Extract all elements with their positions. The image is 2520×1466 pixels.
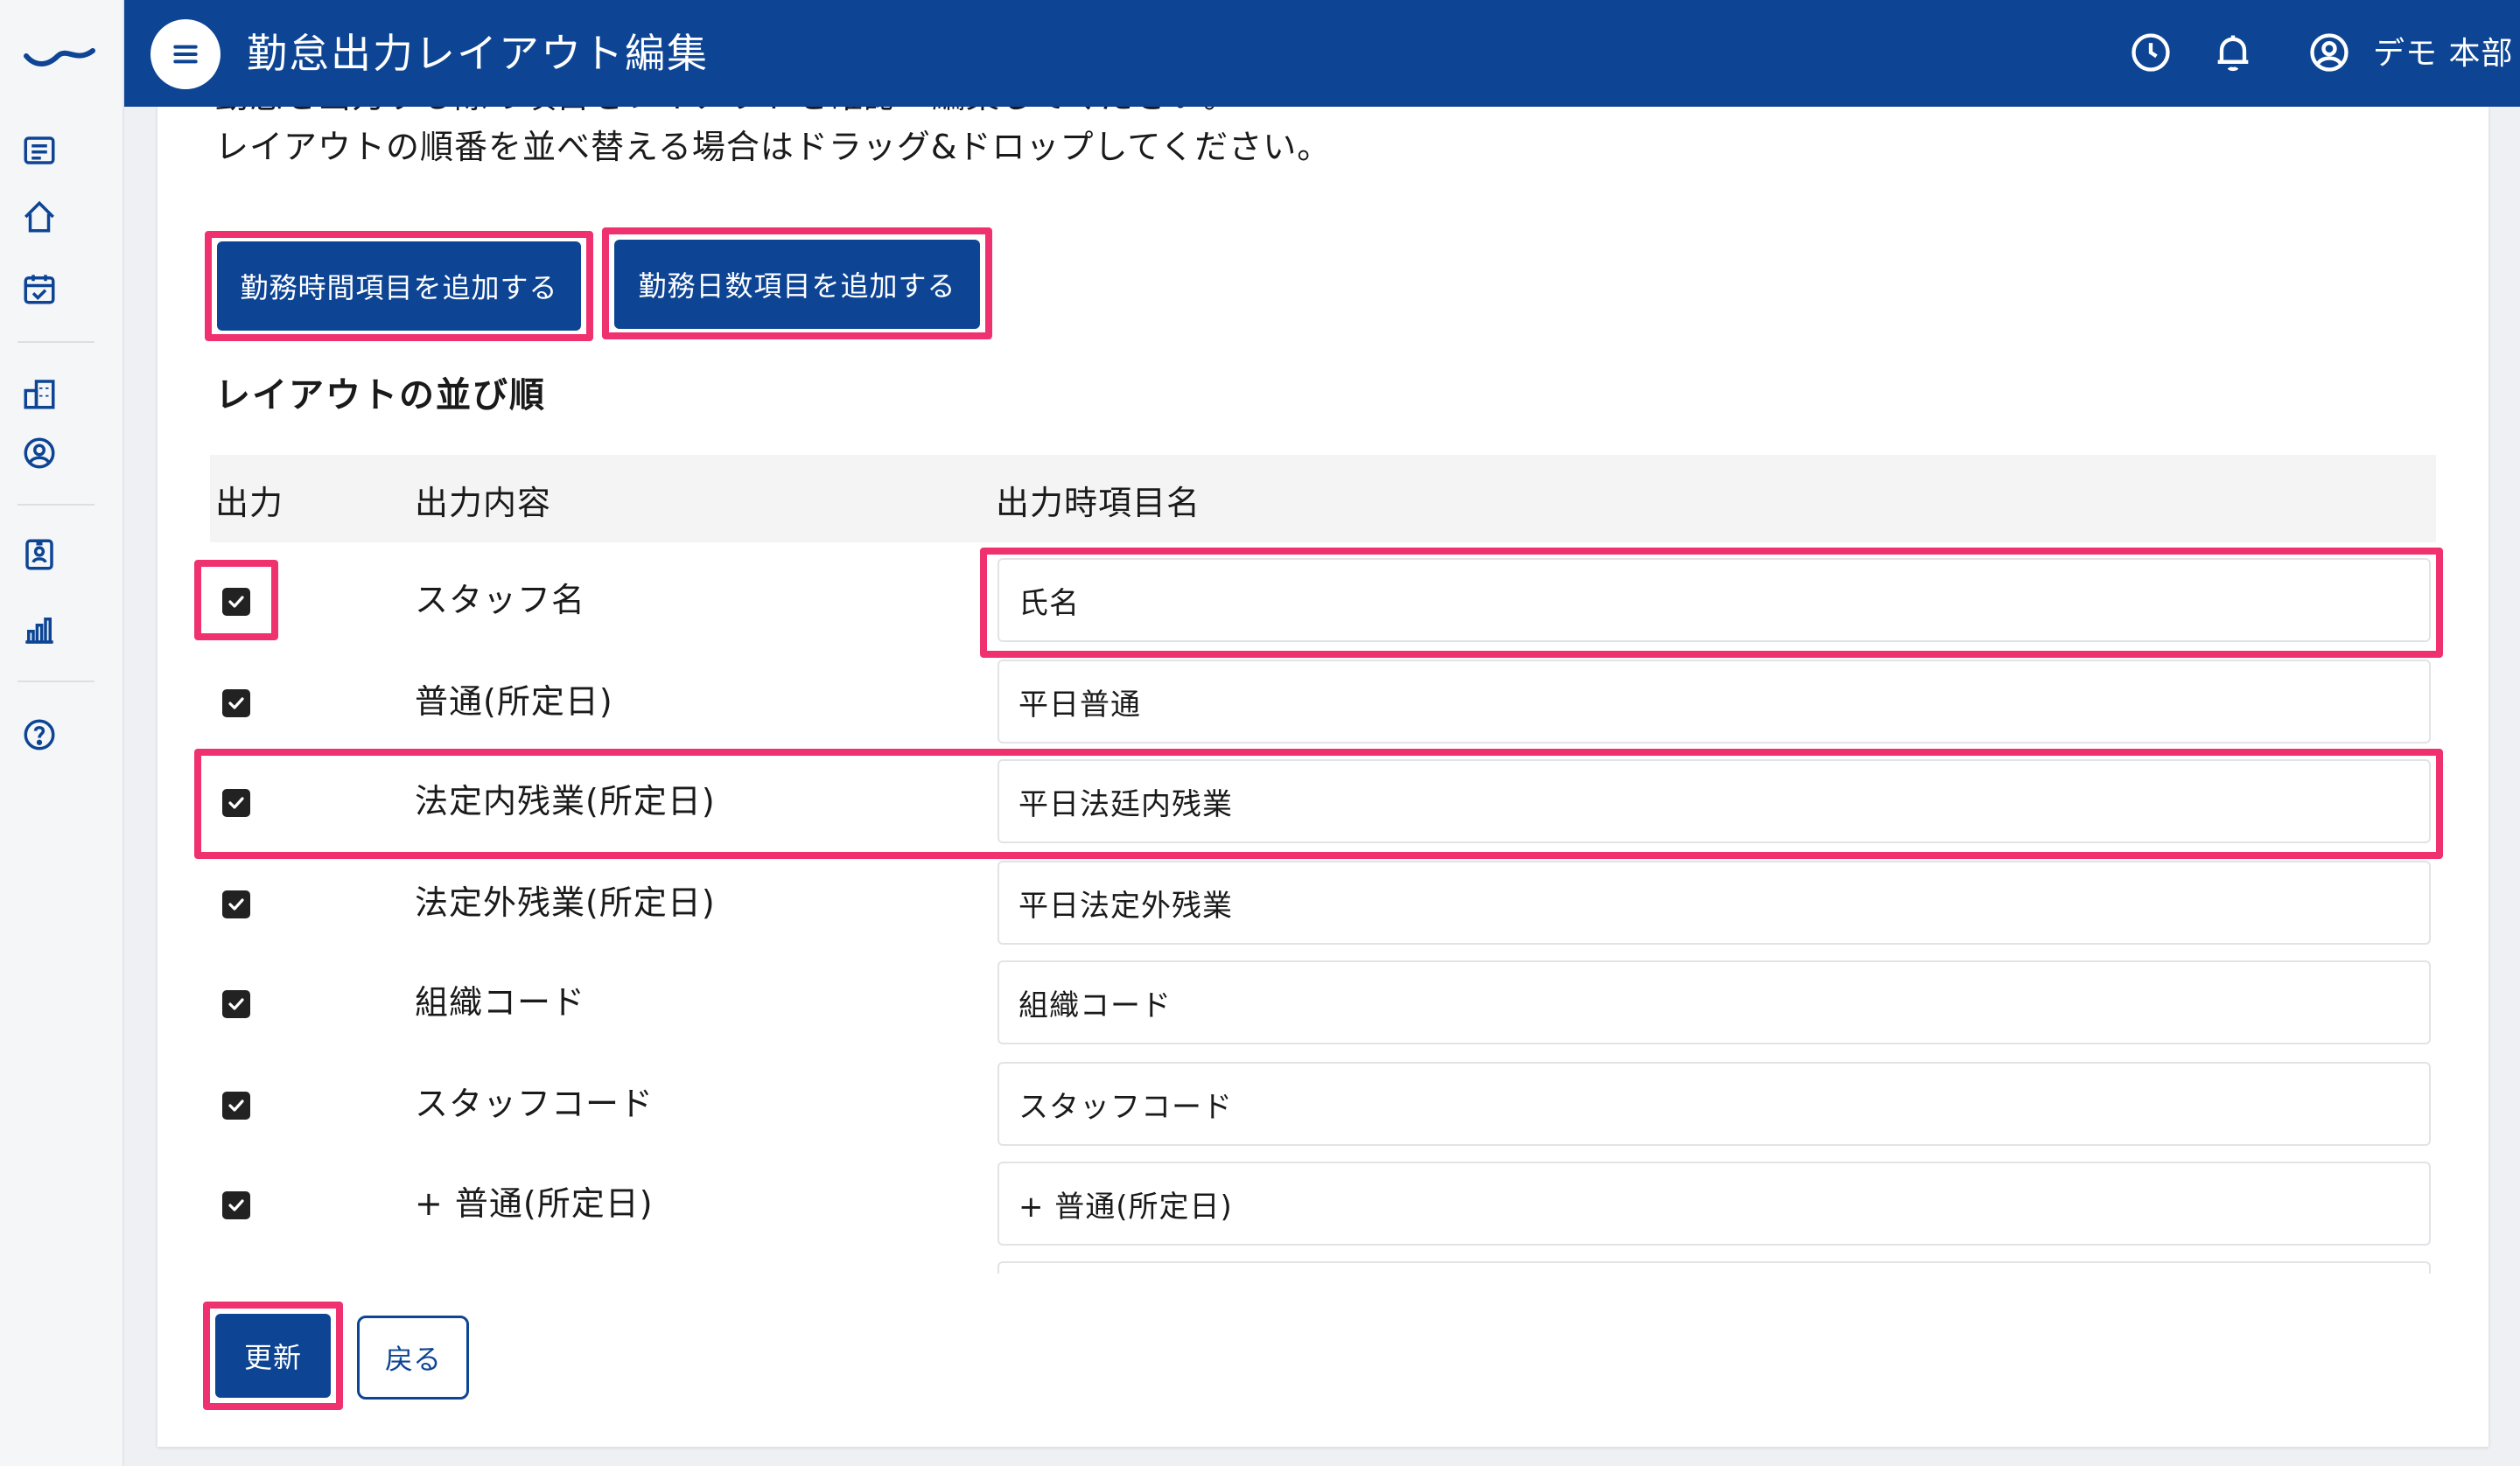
bar-chart-icon[interactable] [18,609,60,651]
check-icon [228,998,244,1010]
back-button[interactable]: 戻る [357,1316,469,1400]
column-header-output: 出力 [215,484,284,522]
page-title: 勤怠出力レイアウト編集 [247,30,709,77]
hamburger-icon [173,45,198,64]
home-icon[interactable] [18,196,60,238]
table-header: 出力 出力内容 出力時項目名 [210,455,2436,542]
top-bar: 勤怠出力レイアウト編集 デモ 本部 [124,0,2520,107]
item-name-input[interactable]: 組織コード [998,960,2431,1044]
account-icon[interactable] [2303,26,2356,79]
column-header-name: 出力時項目名 [996,484,1201,522]
item-name-input[interactable]: + 普通(所定日) [998,1162,2431,1246]
check-icon [228,697,244,709]
row-content: スタッフ名 [415,581,586,619]
row-content: + 普通(所定日) [415,1184,654,1223]
bell-icon[interactable] [2207,26,2259,79]
column-header-content: 出力内容 [415,484,552,522]
calendar-check-icon[interactable] [18,268,60,310]
building-icon[interactable] [18,373,60,415]
output-checkbox[interactable] [222,1191,250,1219]
highlight-frame [194,749,2443,859]
id-card-icon[interactable] [18,534,60,576]
output-checkbox[interactable] [222,689,250,717]
content-card: 勤怠を出力する際の項目をレイアウトを確認・編集してください。 レイアウトの順番を… [158,107,2488,1447]
output-checkbox[interactable] [222,890,250,918]
clipped-description: 勤怠を出力する際の項目をレイアウトを確認・編集してください。 [158,107,2488,119]
add-work-time-button[interactable]: 勤務時間項目を追加する [217,241,581,331]
item-name-input[interactable]: 平日法定外残業 [998,861,2431,945]
sidebar-divider [18,681,94,682]
row-content: 法定外残業(所定日) [415,883,716,922]
next-row-input-partial [998,1261,2431,1274]
sidebar-divider [18,504,94,506]
add-work-days-button[interactable]: 勤務日数項目を追加する [614,240,980,329]
output-checkbox[interactable] [222,990,250,1018]
user-circle-icon[interactable] [18,432,60,474]
item-name-input[interactable]: 平日普通 [998,660,2431,743]
description-line-2: レイアウトの順番を並べ替える場合はドラッグ&ドロップしてください。 [215,128,1332,166]
row-content: 普通(所定日) [415,682,613,721]
sidebar-divider [18,341,94,343]
highlight-frame [194,560,278,640]
clock-icon[interactable] [2124,26,2177,79]
logo-icon[interactable] [23,37,96,72]
help-icon[interactable] [18,714,60,756]
highlight-frame [980,548,2443,658]
output-checkbox[interactable] [222,1092,250,1120]
update-button[interactable]: 更新 [215,1314,331,1398]
section-title: レイアウトの並び順 [215,375,546,415]
check-icon [228,1100,244,1112]
row-content: 組織コード [415,983,586,1022]
description-line-1: 勤怠を出力する際の項目をレイアウトを確認・編集してください。 [215,107,1237,119]
check-icon [228,898,244,911]
list-icon[interactable] [18,129,60,171]
sidebar [0,0,124,1466]
menu-button[interactable] [150,19,220,89]
item-name-input[interactable]: スタッフコード [998,1062,2431,1146]
row-content: スタッフコード [415,1085,654,1123]
check-icon [228,1199,244,1211]
user-name[interactable]: デモ 本部 [2373,33,2513,75]
